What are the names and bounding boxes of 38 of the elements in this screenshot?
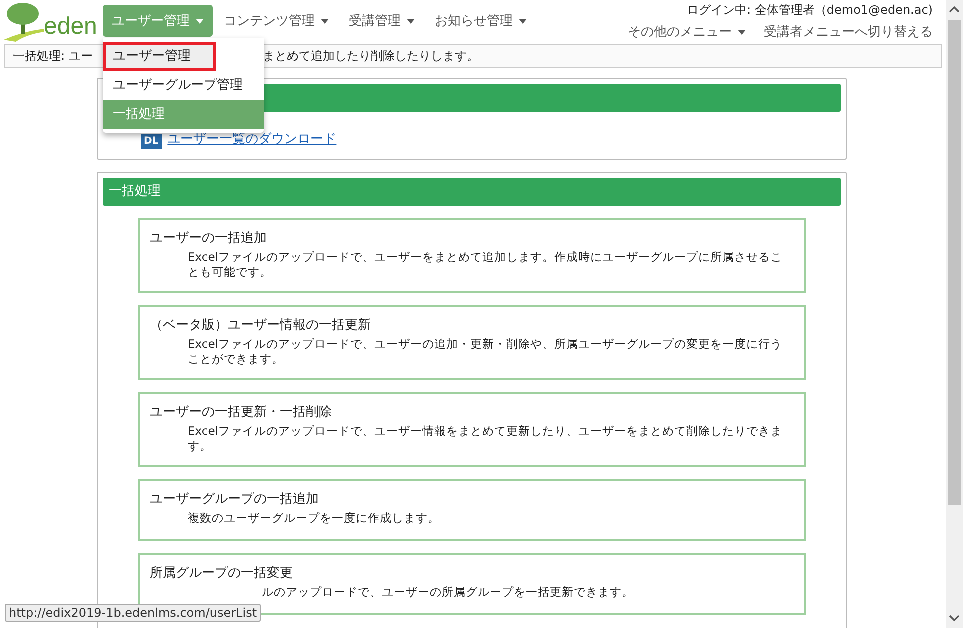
batch-card[interactable]: （ベータ版）ユーザー情報の一括更新 Excelファイルのアップロードで、ユーザーの追加・更新・削除や、所属ユーザーグループの変更を一度に行うことができます。 bbox=[138, 305, 806, 380]
nav-menu[interactable]: コンテンツ管理 bbox=[215, 5, 338, 37]
logo-text: eden bbox=[44, 13, 98, 41]
menu-link[interactable]: 受講者メニューへ切り替える bbox=[764, 23, 933, 41]
caret-icon bbox=[196, 18, 204, 24]
panel-header: 一括処理 bbox=[103, 178, 841, 206]
caret-icon bbox=[321, 18, 329, 24]
card-description: Excelファイルのアップロードで、ユーザー情報をまとめて更新したり、ユーザーをまとめて削除したりできます。 bbox=[187, 424, 784, 454]
login-status: ログイン中: 全体管理者（demo1@eden.ac) bbox=[687, 2, 933, 19]
batch-card[interactable]: ユーザーの一括更新・一括削除 Excelファイルのアップロードで、ユーザー情報をまとめて更新したり、ユーザーをまとめて削除したりできます。 bbox=[138, 392, 806, 467]
status-url: http://edix2019-1b.edenlms.com/userList bbox=[5, 604, 262, 622]
info-text: まとめて追加したり削除したりします。 bbox=[262, 48, 479, 64]
info-text: 一括処理: ユー bbox=[13, 48, 93, 64]
dropdown-item[interactable]: ユーザーグループ管理 bbox=[103, 71, 264, 100]
batch-card[interactable]: ユーザーの一括追加 Excelファイルのアップロードで、ユーザーをまとめて追加します。作成時にユーザーグループに所属させることも可能です。 bbox=[138, 218, 806, 293]
dropdown-item[interactable]: ユーザー管理 bbox=[103, 42, 216, 71]
card-title: ユーザーの一括追加 bbox=[150, 230, 268, 247]
download-link[interactable]: ユーザー一覧のダウンロード bbox=[168, 130, 337, 148]
card-description: Excelファイルのアップロードで、ユーザーの追加・更新・削除や、所属ユーザーグループの変更を一度に行うことができます。 bbox=[187, 337, 784, 367]
tree-logo-icon bbox=[2, 2, 45, 42]
batch-card[interactable]: ユーザーグループの一括追加 複数のユーザーグループを一度に作成します。 bbox=[138, 479, 806, 541]
card-title: 所属グループの一括変更 bbox=[150, 565, 294, 582]
download-badge: DL bbox=[141, 134, 162, 149]
card-description: Excelファイルのアップロードで、ユーザーをまとめて追加します。作成時にユーザーグループに所属させることも可能です。 bbox=[187, 250, 784, 280]
caret-icon bbox=[738, 30, 746, 34]
scroll-down-icon[interactable] bbox=[949, 615, 960, 622]
scroll-thumb[interactable] bbox=[948, 20, 961, 505]
card-description: 複数のユーザーグループを一度に作成します。 bbox=[187, 511, 441, 526]
scroll-up-icon[interactable] bbox=[949, 6, 960, 13]
caret-icon bbox=[519, 18, 527, 24]
card-title: ユーザーの一括更新・一括削除 bbox=[150, 404, 333, 421]
caret-icon bbox=[407, 18, 415, 24]
nav-menu[interactable]: 受講管理 bbox=[340, 5, 424, 37]
menu-link[interactable]: その他のメニュー bbox=[628, 23, 746, 41]
nav-menu[interactable]: お知らせ管理 bbox=[426, 5, 536, 37]
card-title: （ベータ版）ユーザー情報の一括更新 bbox=[150, 317, 372, 334]
card-description: ルのアップロードで、ユーザーの所属グループを一括更新できます。 bbox=[261, 585, 635, 600]
card-title: ユーザーグループの一括追加 bbox=[150, 491, 320, 508]
